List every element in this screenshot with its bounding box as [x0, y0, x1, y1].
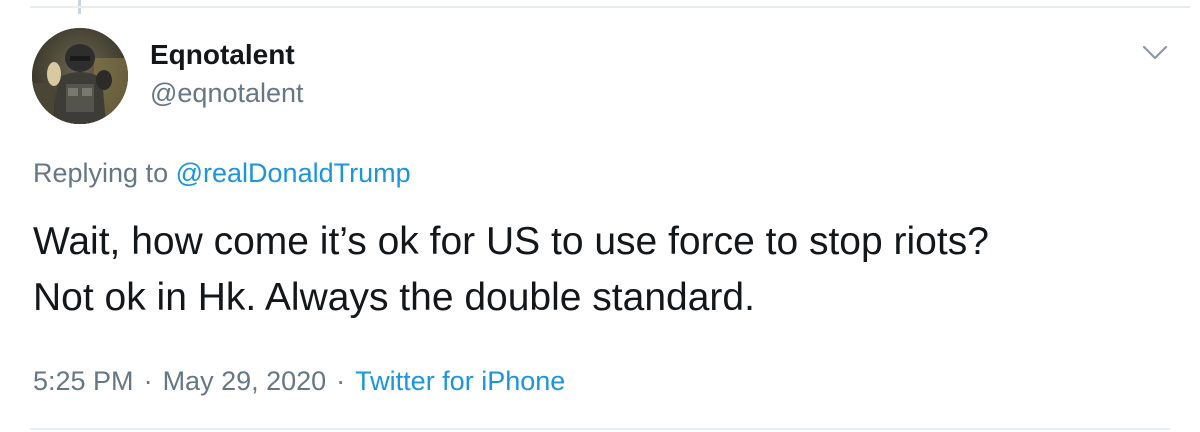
top-divider — [30, 6, 1190, 8]
armored-figure-avatar-icon — [32, 28, 128, 124]
tweet-text-line: Wait, how come it’s ok for US to use for… — [33, 220, 989, 263]
avatar[interactable] — [32, 28, 128, 124]
tweet-source-link[interactable]: Twitter for iPhone — [355, 366, 565, 396]
bottom-divider — [30, 428, 1170, 430]
chevron-down-icon — [1142, 45, 1168, 60]
author-display-name[interactable]: Eqnotalent — [150, 38, 295, 72]
reply-context-prefix: Replying to — [33, 158, 169, 188]
tweet-time[interactable]: 5:25 PM — [33, 366, 134, 396]
reply-mention-link[interactable]: @realDonaldTrump — [176, 158, 411, 188]
meta-separator: · — [336, 366, 346, 396]
tweet-menu-button[interactable] — [1138, 36, 1172, 70]
tweet-date[interactable]: May 29, 2020 — [163, 366, 327, 396]
tweet-text-line: Not ok in Hk. Always the double standard… — [33, 276, 755, 319]
meta-separator: · — [143, 366, 153, 396]
reply-context: Replying to @realDonaldTrump — [33, 156, 411, 190]
author-handle[interactable]: @eqnotalent — [150, 76, 304, 110]
tweet-text: Wait, how come it’s ok for US to use for… — [33, 214, 1173, 326]
tweet-metadata: 5:25 PM · May 29, 2020 · Twitter for iPhone — [33, 364, 565, 398]
